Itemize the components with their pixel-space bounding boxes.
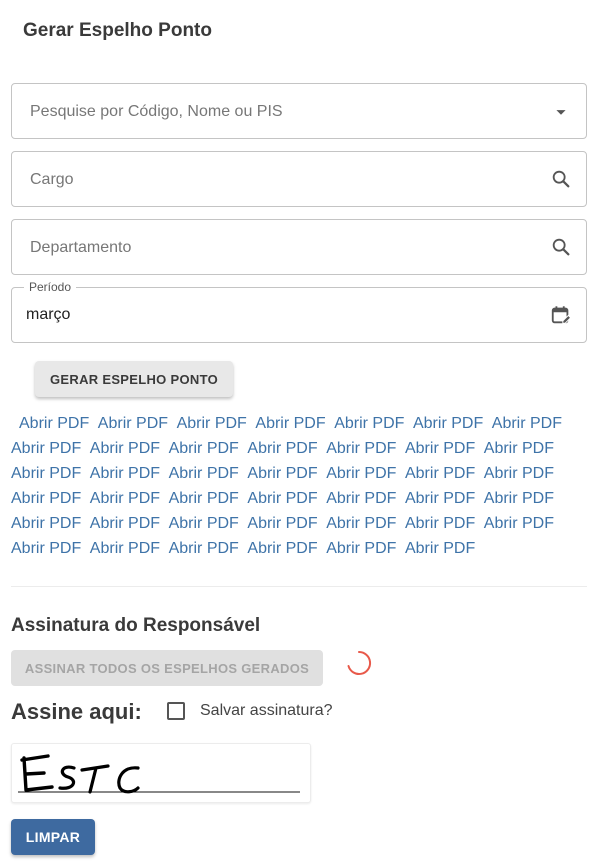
open-pdf-link[interactable]: Abrir PDF	[326, 490, 396, 507]
open-pdf-link[interactable]: Abrir PDF	[247, 440, 317, 457]
period-value: março	[26, 306, 71, 323]
open-pdf-link[interactable]: Abrir PDF	[19, 415, 89, 432]
open-pdf-link[interactable]: Abrir PDF	[169, 465, 239, 482]
open-pdf-link[interactable]: Abrir PDF	[413, 415, 483, 432]
open-pdf-link[interactable]: Abrir PDF	[98, 415, 168, 432]
open-pdf-link[interactable]: Abrir PDF	[405, 465, 475, 482]
employee-search-select[interactable]: Pesquise por Código, Nome ou PIS	[11, 83, 587, 139]
signature-section-title: Assinatura do Responsável	[11, 615, 261, 636]
period-label: Período	[24, 280, 77, 294]
open-pdf-link[interactable]: Abrir PDF	[247, 540, 317, 557]
signature-pad[interactable]	[11, 743, 311, 803]
open-pdf-link[interactable]: Abrir PDF	[90, 515, 160, 532]
open-pdf-link[interactable]: Abrir PDF	[247, 490, 317, 507]
open-pdf-link[interactable]: Abrir PDF	[169, 515, 239, 532]
employee-search-placeholder: Pesquise por Código, Nome ou PIS	[30, 103, 283, 120]
role-placeholder: Cargo	[30, 171, 74, 188]
role-search-field[interactable]: Cargo	[11, 151, 587, 207]
open-pdf-link[interactable]: Abrir PDF	[484, 465, 554, 482]
open-pdf-link[interactable]: Abrir PDF	[326, 540, 396, 557]
open-pdf-link[interactable]: Abrir PDF	[326, 515, 396, 532]
signature-drawing	[18, 754, 300, 794]
clear-signature-button[interactable]: LIMPAR	[11, 819, 95, 855]
open-pdf-link[interactable]: Abrir PDF	[177, 415, 247, 432]
open-pdf-link[interactable]: Abrir PDF	[11, 540, 81, 557]
page-title: Gerar Espelho Ponto	[23, 20, 212, 41]
open-pdf-link[interactable]: Abrir PDF	[484, 515, 554, 532]
save-signature-label: Salvar assinatura?	[200, 702, 333, 719]
open-pdf-link[interactable]: Abrir PDF	[11, 490, 81, 507]
open-pdf-link[interactable]: Abrir PDF	[405, 540, 475, 557]
save-signature-checkbox[interactable]	[167, 702, 185, 720]
open-pdf-link[interactable]: Abrir PDF	[247, 515, 317, 532]
open-pdf-link[interactable]: Abrir PDF	[169, 540, 239, 557]
search-icon[interactable]	[550, 236, 572, 258]
open-pdf-link[interactable]: Abrir PDF	[11, 515, 81, 532]
search-icon[interactable]	[550, 168, 572, 190]
open-pdf-link[interactable]: Abrir PDF	[169, 490, 239, 507]
open-pdf-link[interactable]: Abrir PDF	[90, 465, 160, 482]
open-pdf-link[interactable]: Abrir PDF	[90, 490, 160, 507]
open-pdf-link[interactable]: Abrir PDF	[484, 490, 554, 507]
open-pdf-link[interactable]: Abrir PDF	[11, 440, 81, 457]
pdf-links-list: Abrir PDF Abrir PDF Abrir PDF Abrir PDF …	[11, 411, 571, 561]
open-pdf-link[interactable]: Abrir PDF	[484, 440, 554, 457]
loading-spinner-icon	[347, 650, 372, 675]
open-pdf-link[interactable]: Abrir PDF	[255, 415, 325, 432]
open-pdf-link[interactable]: Abrir PDF	[11, 465, 81, 482]
period-field[interactable]: Período março	[11, 280, 587, 343]
open-pdf-link[interactable]: Abrir PDF	[492, 415, 562, 432]
department-search-field[interactable]: Departamento	[11, 219, 587, 275]
open-pdf-link[interactable]: Abrir PDF	[405, 515, 475, 532]
sign-all-button[interactable]: ASSINAR TODOS OS ESPELHOS GERADOS	[11, 650, 323, 686]
open-pdf-link[interactable]: Abrir PDF	[405, 440, 475, 457]
open-pdf-link[interactable]: Abrir PDF	[169, 440, 239, 457]
open-pdf-link[interactable]: Abrir PDF	[90, 540, 160, 557]
dropdown-arrow-icon[interactable]	[550, 101, 572, 123]
calendar-edit-icon[interactable]	[550, 304, 572, 326]
sign-here-label: Assine aqui:	[11, 699, 142, 724]
open-pdf-link[interactable]: Abrir PDF	[90, 440, 160, 457]
open-pdf-link[interactable]: Abrir PDF	[334, 415, 404, 432]
open-pdf-link[interactable]: Abrir PDF	[326, 465, 396, 482]
open-pdf-link[interactable]: Abrir PDF	[247, 465, 317, 482]
divider	[11, 586, 587, 587]
generate-timesheet-button[interactable]: GERAR ESPELHO PONTO	[35, 361, 233, 397]
open-pdf-link[interactable]: Abrir PDF	[326, 440, 396, 457]
department-placeholder: Departamento	[30, 239, 132, 256]
open-pdf-link[interactable]: Abrir PDF	[405, 490, 475, 507]
